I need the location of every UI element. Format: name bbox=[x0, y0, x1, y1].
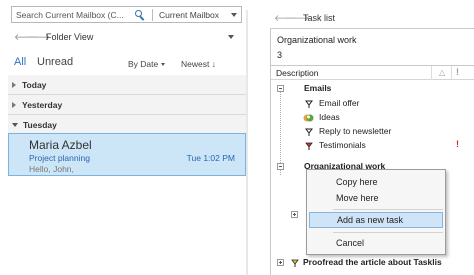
expand-arrow-icon bbox=[12, 101, 16, 108]
sort-by-dropdown[interactable]: By Date bbox=[128, 59, 166, 69]
task-label: Testimonials bbox=[319, 140, 366, 150]
menu-item-move-here[interactable]: Move here bbox=[309, 190, 443, 206]
divider bbox=[451, 66, 452, 80]
selected-task-info: Organizational work 3 bbox=[270, 28, 474, 66]
folder-view-label[interactable]: Folder View bbox=[46, 32, 93, 42]
sort-order-toggle[interactable]: Newest ↓ bbox=[181, 59, 216, 69]
group-header-tuesday[interactable]: Tuesday bbox=[8, 115, 246, 135]
menu-separator bbox=[333, 209, 443, 210]
folder-nav-bar: 🡐 🡒 Folder View bbox=[14, 30, 246, 44]
mail-time: Tue 1:02 PM bbox=[186, 153, 235, 163]
chevron-down-icon[interactable] bbox=[231, 12, 237, 17]
mail-subject: Project planning bbox=[29, 153, 90, 163]
divider bbox=[246, 10, 248, 275]
pane-splitter[interactable] bbox=[246, 0, 266, 275]
selected-task-name: Organizational work bbox=[277, 35, 357, 45]
flag-red-icon[interactable] bbox=[305, 142, 313, 150]
drag-drop-context-menu: Copy here Move here Add as new task Canc… bbox=[306, 169, 446, 255]
task-label: Proofread the article about Tasklis bbox=[303, 257, 442, 267]
chevron-down-icon bbox=[161, 63, 166, 67]
search-scope-dropdown[interactable]: Current Mailbox bbox=[153, 10, 229, 20]
divider bbox=[431, 66, 432, 80]
column-header-row: Description △ ! bbox=[271, 66, 474, 80]
back-arrow-icon[interactable]: 🡐 bbox=[14, 32, 38, 43]
filter-unread-tab[interactable]: Unread bbox=[37, 56, 73, 68]
search-icon[interactable] bbox=[134, 9, 146, 21]
selected-task-count: 3 bbox=[277, 50, 283, 60]
expand-icon[interactable] bbox=[277, 259, 284, 266]
filter-all-tab[interactable]: All bbox=[14, 56, 26, 68]
group-label: Tuesday bbox=[23, 119, 57, 130]
task-label: Email offer bbox=[319, 98, 360, 108]
menu-item-add-as-new-task[interactable]: Add as new task bbox=[309, 212, 443, 228]
group-header-yesterday[interactable]: Yesterday bbox=[8, 95, 246, 115]
group-label: Today bbox=[22, 79, 47, 90]
expand-arrow-icon bbox=[12, 81, 16, 88]
mail-groups: Today Yesterday Tuesday bbox=[8, 75, 246, 135]
task-list-header: 🡐 🡒 Task list bbox=[274, 12, 335, 24]
menu-item-cancel[interactable]: Cancel bbox=[309, 235, 443, 251]
mail-list-pane: Search Current Mailbox (C... Current Mai… bbox=[0, 0, 246, 275]
chevron-down-icon[interactable] bbox=[228, 35, 234, 39]
expand-icon[interactable] bbox=[291, 211, 298, 218]
filter-bar: All Unread By Date Newest ↓ bbox=[14, 56, 246, 72]
sort-by-label: By Date bbox=[128, 59, 159, 69]
flag-outline-icon[interactable] bbox=[305, 100, 313, 108]
back-arrow-icon[interactable]: 🡐 bbox=[274, 13, 298, 24]
task-group-emails[interactable]: Emails bbox=[271, 82, 474, 96]
task-row[interactable]: Reply to newsletter bbox=[271, 125, 474, 139]
people-icon[interactable] bbox=[303, 113, 314, 123]
task-row[interactable]: Ideas bbox=[271, 111, 474, 125]
search-bar: Search Current Mailbox (C... Current Mai… bbox=[11, 6, 242, 23]
warning-triangle-icon[interactable]: △ bbox=[439, 68, 445, 77]
task-list-title: Task list bbox=[303, 13, 336, 23]
task-row[interactable]: Testimonials ! bbox=[271, 139, 474, 153]
task-label: Ideas bbox=[319, 112, 340, 122]
mail-preview: Hello, John, bbox=[29, 164, 74, 174]
flag-yellow-icon[interactable] bbox=[291, 259, 299, 267]
mail-sender: Maria Azbel bbox=[29, 138, 92, 152]
search-input[interactable]: Search Current Mailbox (C... bbox=[12, 10, 132, 20]
group-header-today[interactable]: Today bbox=[8, 75, 246, 95]
group-label: Yesterday bbox=[22, 99, 63, 110]
priority-high-icon: ! bbox=[456, 139, 459, 149]
task-group-label: Emails bbox=[304, 83, 332, 93]
column-description[interactable]: Description bbox=[271, 68, 319, 78]
collapse-icon[interactable] bbox=[277, 163, 284, 170]
menu-item-copy-here[interactable]: Copy here bbox=[309, 174, 443, 190]
collapse-icon[interactable] bbox=[277, 85, 284, 92]
forward-arrow-icon[interactable]: 🡒 bbox=[26, 32, 50, 43]
mail-item-selected[interactable]: Maria Azbel Project planning Tue 1:02 PM… bbox=[8, 133, 246, 176]
forward-arrow-icon[interactable]: 🡒 bbox=[285, 13, 309, 24]
flag-outline-icon[interactable] bbox=[305, 128, 313, 136]
collapse-arrow-icon bbox=[12, 122, 18, 127]
task-label: Reply to newsletter bbox=[319, 126, 392, 136]
exclamation-icon[interactable]: ! bbox=[456, 67, 459, 77]
task-row[interactable]: Proofread the article about Tasklis bbox=[271, 256, 474, 270]
menu-separator bbox=[333, 232, 443, 233]
task-row[interactable]: Email offer bbox=[271, 97, 474, 111]
